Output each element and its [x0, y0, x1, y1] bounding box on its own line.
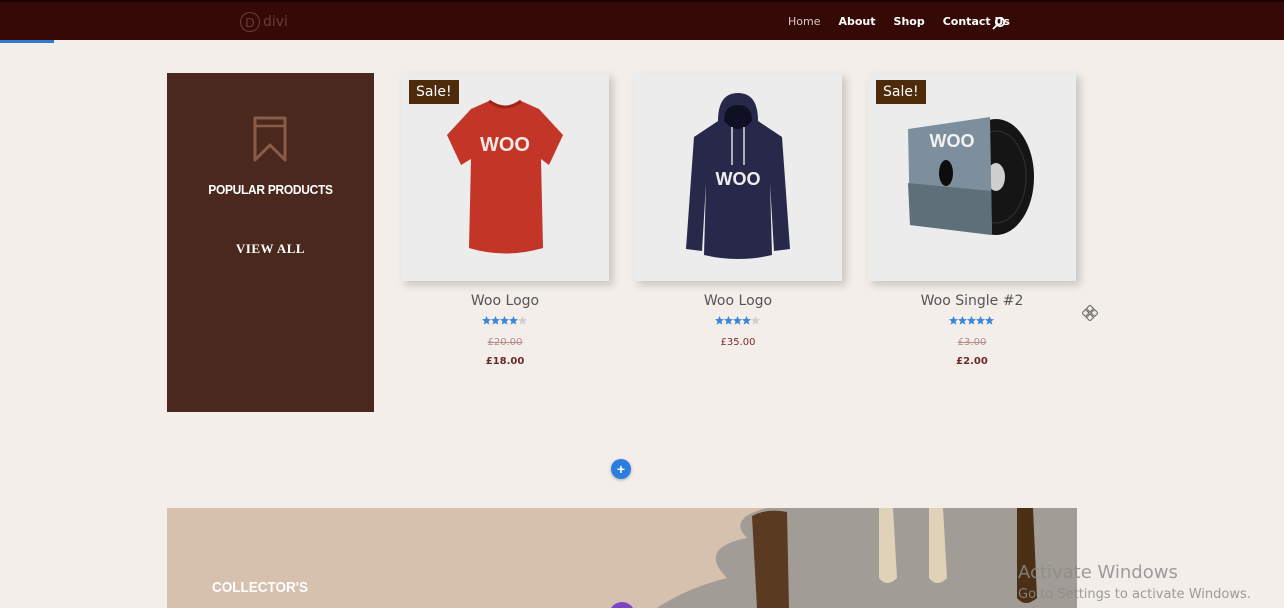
top-navigation-bar: D divi Home About Shop Contact Us — [0, 0, 1284, 40]
hero-title: COLLECTOR'S — [212, 579, 308, 596]
page-loading-bar — [0, 40, 54, 43]
svg-text:WOO: WOO — [716, 169, 761, 189]
product-card[interactable]: WOO Woo Logo £35.00 — [634, 73, 842, 348]
product-card[interactable]: WOO Sale! Woo Single #2 £3.00 £2.00 — [868, 73, 1076, 367]
star-rating — [949, 316, 994, 325]
vinyl-record-image: WOO — [868, 73, 1076, 281]
product-card[interactable]: WOO Sale! Woo Logo £20.00 £18.00 — [401, 73, 609, 367]
collectors-hero-section: COLLECTOR'S — [167, 508, 1077, 608]
view-all-link[interactable]: VIEW ALL — [167, 241, 374, 257]
sale-price: £2.00 — [956, 356, 988, 367]
svg-text:WOO: WOO — [480, 134, 530, 156]
product-image[interactable]: WOO Sale! — [868, 73, 1076, 281]
site-logo[interactable]: D divi — [240, 12, 288, 32]
sale-badge: Sale! — [876, 80, 926, 104]
promo-title: POPULAR PRODUCTS — [208, 182, 333, 197]
move-icon[interactable] — [1082, 305, 1098, 321]
old-price: £3.00 — [957, 337, 987, 348]
popular-products-card: POPULAR PRODUCTS VIEW ALL — [167, 73, 374, 412]
activation-watermark-subtitle: Go to Settings to activate Windows. — [1018, 587, 1251, 602]
add-section-button[interactable]: + — [611, 459, 631, 479]
svg-text:WOO: WOO — [930, 131, 975, 151]
bookmark-icon — [253, 116, 287, 162]
sale-badge: Sale! — [409, 80, 459, 104]
star-rating — [715, 316, 760, 325]
nav-about[interactable]: About — [838, 15, 875, 28]
product-title[interactable]: Woo Logo — [401, 293, 609, 309]
nav-shop[interactable]: Shop — [894, 15, 925, 28]
nav-home[interactable]: Home — [788, 15, 820, 28]
sale-price: £18.00 — [485, 356, 525, 367]
product-image[interactable]: WOO Sale! — [401, 73, 609, 281]
product-image[interactable]: WOO — [634, 73, 842, 281]
product-title[interactable]: Woo Logo — [634, 293, 842, 309]
red-tshirt-image: WOO — [401, 73, 609, 281]
activation-watermark-title: Activate Windows — [1018, 562, 1178, 583]
logo-text: divi — [263, 14, 288, 30]
old-price: £20.00 — [487, 337, 523, 348]
product-title[interactable]: Woo Single #2 — [868, 293, 1076, 309]
price: £35.00 — [720, 337, 756, 348]
navy-hoodie-image: WOO — [634, 73, 842, 281]
star-rating — [482, 316, 527, 325]
search-icon[interactable] — [992, 16, 1006, 30]
logo-mark: D — [240, 12, 260, 32]
